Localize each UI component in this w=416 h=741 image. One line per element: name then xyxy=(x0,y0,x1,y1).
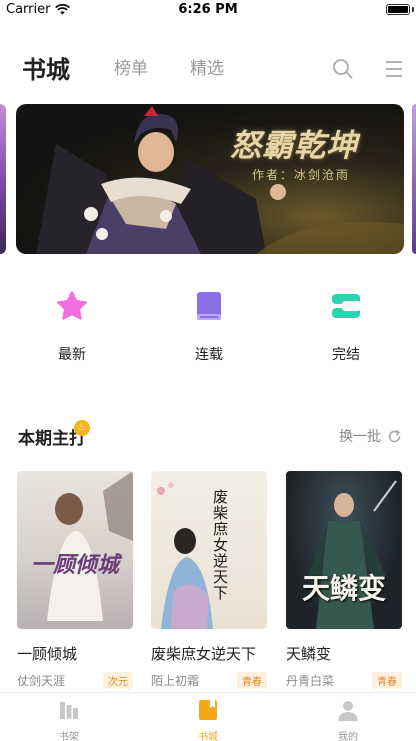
book-card[interactable]: 天鳞变 天鳞变 丹青白菜 青春 xyxy=(286,471,402,689)
cover-title: 天鳞变 xyxy=(301,572,386,605)
book-title: 一顾倾城 xyxy=(17,645,78,663)
book-title: 天鳞变 xyxy=(286,645,332,663)
category-newest[interactable]: 最新 xyxy=(32,290,112,364)
category-serializing[interactable]: 连载 xyxy=(169,290,249,364)
book-icon xyxy=(197,292,221,320)
user-icon xyxy=(338,701,358,721)
book-cover[interactable]: 天鳞变 xyxy=(286,471,402,629)
tab-ranking[interactable]: 榜单 xyxy=(114,54,148,79)
book-card[interactable]: 一顾倾城 一顾倾城 仗剑天涯 次元 xyxy=(17,471,133,689)
banner-author: 作者：冰剑沧雨 xyxy=(252,168,351,182)
book-meta: 仗剑天涯 次元 xyxy=(17,672,133,689)
top-nav: 书城 榜单 精选 xyxy=(0,44,416,94)
tab-label: 书架 xyxy=(59,732,79,741)
book-author: 仗剑天涯 xyxy=(17,674,66,688)
battery-icon xyxy=(386,4,410,15)
book-meta: 丹青白菜 青春 xyxy=(286,672,402,689)
banner-next-peek[interactable] xyxy=(412,104,416,254)
book-cover[interactable]: 废柴庶女逆天下 xyxy=(151,471,267,629)
category-completed[interactable]: 完结 xyxy=(306,290,386,364)
category-label: 最新 xyxy=(58,347,86,363)
tab-bookshelf[interactable]: 书架 xyxy=(29,699,109,741)
status-time: 6:26 PM xyxy=(178,2,238,17)
star-icon xyxy=(57,291,87,320)
banner-title: 怒霸乾坤 xyxy=(230,128,358,164)
refresh-label: 换一批 xyxy=(339,429,381,445)
book-tag: 次元 xyxy=(103,672,133,689)
book-author: 丹青白菜 xyxy=(286,674,335,688)
battery-cap xyxy=(412,7,414,12)
bookstore-icon xyxy=(199,700,217,720)
status-bar: Carrier 6:26 PM xyxy=(0,0,416,20)
hot-icon: ♨ xyxy=(74,420,90,436)
book-author: 陌上初霜 xyxy=(151,674,200,688)
book-tag: 青春 xyxy=(237,672,267,689)
tab-profile[interactable]: 我的 xyxy=(308,699,388,741)
refresh-button[interactable]: 换一批 xyxy=(339,426,402,446)
book-tag: 青春 xyxy=(372,672,402,689)
book-card[interactable]: 废柴庶女逆天下 废柴庶女逆天下 陌上初霜 青春 xyxy=(151,471,267,689)
book-cover[interactable]: 一顾倾城 xyxy=(17,471,133,629)
stack-icon xyxy=(332,294,360,318)
bookshelf-icon xyxy=(60,702,78,719)
banner-carousel[interactable]: 怒霸乾坤 作者：冰剑沧雨 xyxy=(16,104,404,254)
book-meta: 陌上初霜 青春 xyxy=(151,672,267,689)
menu-icon[interactable] xyxy=(386,60,402,78)
cover-art xyxy=(157,482,213,629)
tab-featured[interactable]: 精选 xyxy=(190,54,224,79)
tab-label: 书城 xyxy=(198,732,218,741)
cover-title: 一顾倾城 xyxy=(30,552,119,578)
category-label: 连载 xyxy=(195,347,223,363)
tab-label: 我的 xyxy=(338,732,358,741)
tab-bookstore[interactable]: 书城 xyxy=(22,50,70,85)
category-label: 完结 xyxy=(332,347,360,363)
tab-bookstore-bottom[interactable]: 书城 xyxy=(168,699,248,741)
book-title: 废柴庶女逆天下 xyxy=(151,645,257,663)
refresh-icon xyxy=(388,429,401,442)
bottom-tab-bar: 书架 书城 我的 xyxy=(0,692,416,741)
search-icon[interactable] xyxy=(332,58,353,79)
cover-title: 废柴庶女逆天下 xyxy=(213,488,229,602)
banner-prev-peek[interactable] xyxy=(0,104,6,254)
